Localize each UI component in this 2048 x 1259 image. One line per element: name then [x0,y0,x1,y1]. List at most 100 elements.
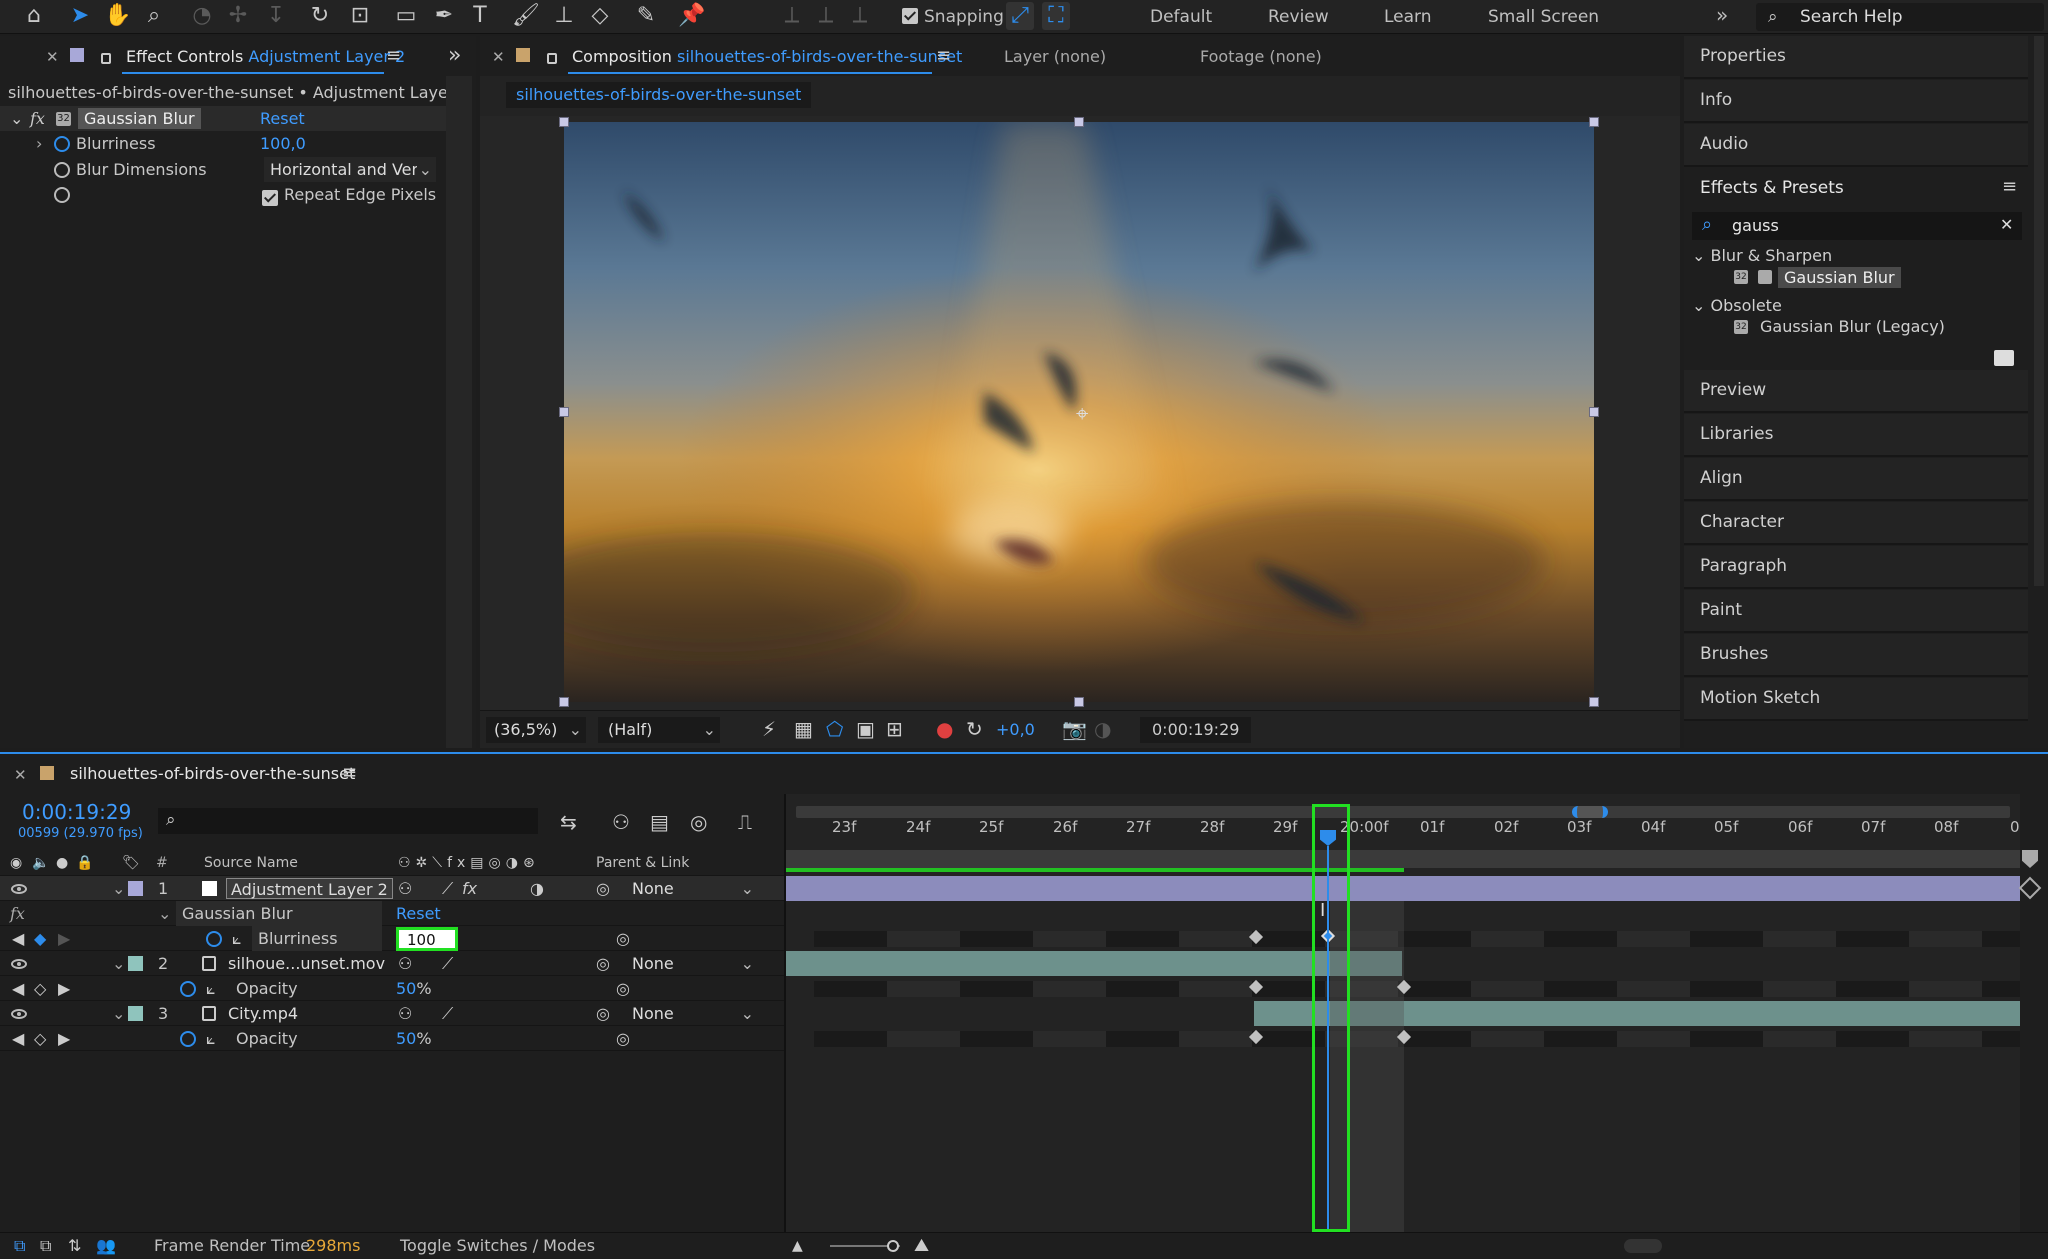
region-of-interest-icon[interactable]: ▣ [856,717,875,741]
lock-icon[interactable] [547,53,557,64]
quality-switch-icon[interactable]: ⟋ [442,876,453,901]
close-icon[interactable]: ✕ [492,48,505,66]
zoom-in-icon[interactable]: ⛰ [914,1233,929,1259]
view-axis-icon[interactable]: ⟂ [846,2,874,30]
stopwatch-active-icon[interactable] [180,981,196,997]
layer-name[interactable]: Adjustment Layer 2 [226,878,393,899]
snap-features-icon[interactable]: ⛶ [1042,2,1070,30]
chevron-down-icon[interactable]: ⌄ [112,876,125,901]
workspace-small-screen[interactable]: Small Screen [1488,7,1599,27]
prev-keyframe-icon[interactable]: ◀ [12,976,24,1001]
pan-behind-tool-icon[interactable]: ⊡ [346,2,374,30]
close-icon[interactable]: ✕ [46,48,59,66]
panel-align[interactable]: Align [1684,458,2028,501]
panel-paragraph[interactable]: Paragraph [1684,546,2028,589]
reset-exposure-icon[interactable]: ↻ [966,717,983,741]
layer-row-2[interactable]: ⌄ 2 silhoue...unset.mov ⚇ ⟋ ◎ None ⌄ [0,951,786,976]
fx-icon[interactable]: fx [30,106,45,131]
chevron-down-icon[interactable]: ⌄ [158,901,171,926]
add-keyframe-icon[interactable]: ◇ [34,1026,46,1051]
opacity-value[interactable]: 50 [396,1029,416,1048]
timeline-scrollbar[interactable] [1624,1239,1662,1253]
stopwatch-icon[interactable] [54,187,70,203]
panel-menu-icon[interactable]: ≡ [342,762,357,783]
puppet-pin-tool-icon[interactable]: 📌 [678,2,706,30]
workspace-learn[interactable]: Learn [1384,7,1432,27]
prev-keyframe-icon[interactable]: ◀ [12,926,24,951]
add-keyframe-icon[interactable]: ◇ [34,976,46,1001]
keyframe-nav-icon[interactable] [2018,876,2042,900]
transform-handle[interactable] [1074,117,1084,127]
prev-keyframe-icon[interactable]: ◀ [12,1026,24,1051]
graph-icon[interactable]: ⟀ [206,976,216,1001]
time-ruler[interactable]: 23f 24f 25f 26f 27f 28f 29f 20:00f 01f 0… [786,754,2020,850]
dolly-camera-icon[interactable]: ↧ [262,2,290,30]
graph-icon[interactable]: ⟀ [232,926,242,951]
toggle-switches-modes[interactable]: Toggle Switches / Modes [400,1233,595,1259]
blur-dimensions-dropdown[interactable]: Horizontal and Verti ⌄ [264,157,436,182]
comp-frame-image[interactable]: ⌖ [564,122,1594,702]
parent-dropdown-3[interactable]: None ⌄ [624,1001,758,1026]
clone-stamp-tool-icon[interactable]: ⊥ [550,2,578,30]
home-icon[interactable]: ⌂ [20,2,48,30]
current-time-display[interactable]: 0:00:19:29 [1140,717,1252,743]
blurriness-track[interactable] [814,931,2020,947]
opacity-track-2[interactable] [814,981,2020,997]
effect-gaussian-blur-legacy[interactable]: Gaussian Blur (Legacy) [1760,317,1945,336]
timeline-timecode[interactable]: 0:00:19:29 [22,800,131,824]
transform-handle[interactable] [1589,407,1599,417]
expression-pick-whip-icon[interactable]: ◎ [616,926,630,951]
exposure-value[interactable]: +0,0 [996,720,1035,739]
panel-libraries[interactable]: Libraries [1684,414,2028,457]
layer-row-3[interactable]: ⌄ 3 City.mp4 ⚇ ⟋ ◎ None ⌄ [0,1001,786,1026]
zoom-slider-thumb[interactable] [887,1240,899,1252]
footage-tab[interactable]: Footage (none) [1200,47,1322,66]
roto-brush-tool-icon[interactable]: ✎ [632,2,660,30]
lock-icon[interactable] [101,53,111,64]
graph-toggle-icon[interactable]: ⇅ [68,1233,81,1259]
magnification-dropdown[interactable]: (36,5%) ⌄ [486,717,586,743]
chevron-down-icon[interactable]: ⌄ [112,1001,125,1026]
transparency-grid-icon[interactable]: ▦ [794,717,813,741]
resolution-dropdown[interactable]: (Half) ⌄ [598,717,720,743]
blurriness-value[interactable]: 100,0 [260,131,306,156]
composition-flowchart-icon[interactable]: ⇆ [560,810,577,834]
expression-pick-whip-icon[interactable]: ◎ [616,1026,630,1051]
parent-dropdown-1[interactable]: None ⌄ [624,876,758,901]
more-workspaces-icon[interactable]: » [1716,3,1728,27]
add-keyframe-icon[interactable]: ◆ [34,926,46,951]
panel-audio[interactable]: Audio [1684,124,2028,167]
shy-layers-icon[interactable]: ⚇ [612,810,630,834]
pick-whip-icon[interactable]: ◎ [596,876,610,901]
workspace-default[interactable]: Default [1150,7,1212,27]
orbit-camera-icon[interactable]: ◔ [188,2,216,30]
eye-icon[interactable] [11,1009,27,1019]
fast-preview-icon[interactable]: ⚡ [762,717,776,741]
pick-whip-icon[interactable]: ◎ [596,951,610,976]
work-area-bar[interactable] [786,850,2020,868]
next-keyframe-icon[interactable]: ▶ [58,1026,70,1051]
panel-paint[interactable]: Paint [1684,590,2028,633]
mask-visibility-icon[interactable]: ⬠ [826,717,843,741]
close-icon[interactable]: ✕ [14,766,27,784]
chevron-down-icon[interactable]: ⌄ [112,951,125,976]
repeat-edge-checkbox[interactable] [262,190,278,206]
timeline-tab[interactable]: silhouettes-of-birds-over-the-sunset [70,764,355,783]
layer-name[interactable]: silhoue...unset.mov [228,951,385,976]
parent-dropdown-2[interactable]: None ⌄ [624,951,758,976]
graph-editor-icon[interactable]: ⎍ [738,810,752,834]
effect-gaussian-blur[interactable]: Gaussian Blur [1778,267,1901,288]
frame-blending-icon[interactable]: ▤ [650,810,669,834]
panel-info[interactable]: Info [1684,80,2028,123]
render-icon[interactable]: ⧉ [14,1233,25,1259]
eye-icon[interactable] [11,959,27,969]
channel-rgb-icon[interactable]: ● [936,717,953,741]
opacity-value[interactable]: 50 [396,979,416,998]
effect-reset-link[interactable]: Reset [260,106,305,131]
quality-switch-icon[interactable]: ⟋ [442,951,453,976]
expression-pick-whip-icon[interactable]: ◎ [616,976,630,1001]
effect-name-label[interactable]: Gaussian Blur [78,108,201,129]
right-panel-scrollbar[interactable] [2034,36,2044,586]
snapping-checkbox[interactable] [902,8,918,24]
shy-switch-icon[interactable]: ⚇ [398,1001,412,1026]
